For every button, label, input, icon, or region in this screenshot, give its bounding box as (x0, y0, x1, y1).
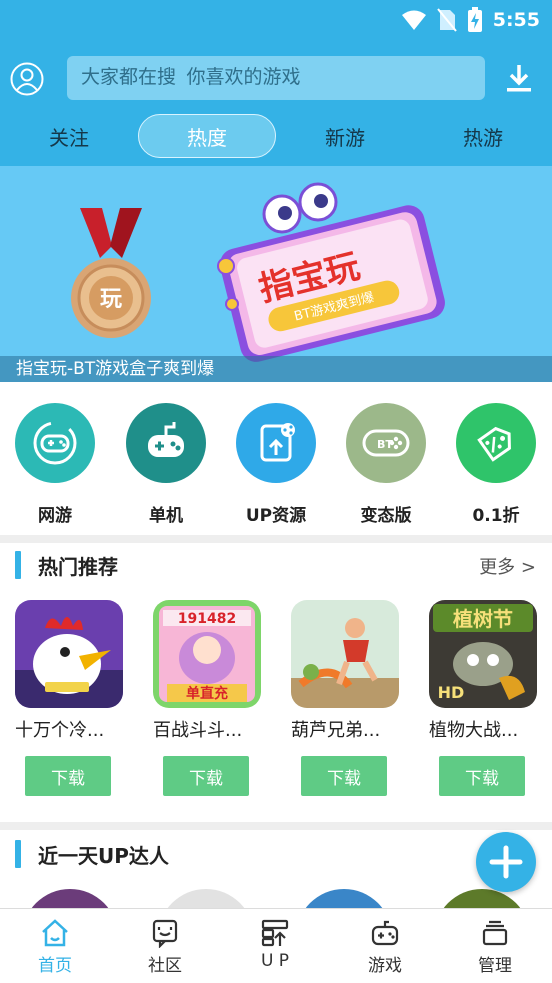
game-name: 葫芦兄弟... (291, 720, 381, 741)
game-icon-top-text: 植树节 (453, 607, 513, 631)
nav-label: 首页 (38, 956, 72, 976)
download-button[interactable]: 下载 (439, 756, 525, 796)
nav-home[interactable]: 首页 (0, 917, 110, 976)
banner-caption: 指宝玩-BT游戏盒子爽到爆 (0, 356, 552, 382)
category-label: 单机 (149, 506, 183, 526)
game-icon-bottom-text: 单直充 (186, 685, 228, 702)
hot-section-header: 热门推荐 更多 > (0, 543, 552, 583)
bt-gamepad-icon: BT (346, 403, 426, 483)
plus-icon (489, 845, 523, 879)
game-icon-bottom-text: HD (438, 683, 465, 702)
nav-manage[interactable]: 管理 (440, 917, 550, 976)
category-modded[interactable]: BT 变态版 (336, 403, 436, 526)
more-link[interactable]: 更多 > (479, 553, 536, 579)
category-single-player[interactable]: 单机 (116, 403, 216, 526)
up-section-header: 近一天UP达人 (0, 832, 552, 872)
game-icon[interactable]: 191482 单直充 (153, 600, 261, 708)
up-section-title: 近一天UP达人 (38, 844, 169, 868)
category-label: 变态版 (360, 506, 412, 526)
category-discount[interactable]: 0.1折 (446, 403, 546, 526)
no-sim-icon (436, 8, 457, 32)
tab-new-games[interactable]: 新游 (276, 114, 414, 158)
nav-label: 管理 (478, 956, 512, 976)
game-icon-top-text: 191482 (178, 611, 236, 627)
game-card[interactable]: 植树节 HD 植物大战... 下载 (429, 600, 549, 796)
section-divider (0, 535, 552, 543)
upload-icon (261, 919, 289, 947)
category-label: 0.1折 (472, 506, 520, 526)
game-name: 植物大战... (429, 720, 519, 741)
game-name: 十万个冷... (15, 720, 105, 741)
battery-charging-icon (467, 7, 482, 32)
game-name: 百战斗斗... (153, 720, 243, 741)
stack-icon (482, 920, 508, 946)
nav-label: 游戏 (368, 956, 402, 976)
joystick-icon (126, 403, 206, 483)
nav-label: U P (260, 951, 290, 971)
add-fab-button[interactable] (476, 832, 536, 892)
hot-section-title: 热门推荐 (38, 555, 118, 579)
status-time: 5:55 (492, 9, 540, 31)
game-card[interactable]: 十万个冷... 下载 (15, 600, 135, 796)
tab-follow[interactable]: 关注 (0, 114, 138, 158)
section-accent-bar (15, 840, 21, 868)
nav-games[interactable]: 游戏 (330, 917, 440, 976)
section-accent-bar (15, 551, 21, 579)
nav-label: 社区 (148, 956, 182, 976)
banner-carousel[interactable]: 玩 指宝玩 BT游戏爽到爆 指宝玩-BT游戏盒子爽到爆 (0, 166, 552, 382)
category-label: UP资源 (245, 506, 307, 526)
section-divider (0, 822, 552, 830)
user-avatar-icon[interactable] (10, 62, 44, 96)
medal-text: 玩 (100, 287, 122, 312)
game-card[interactable]: 葫芦兄弟... 下载 (291, 600, 411, 796)
download-icon[interactable] (504, 62, 534, 94)
game-icon[interactable] (15, 600, 123, 708)
wifi-icon (401, 10, 426, 30)
download-button[interactable]: 下载 (25, 756, 111, 796)
gamepad-circle-icon (15, 403, 95, 483)
category-row: 网游 单机 UP资源 BT 变态版 0.1折 (0, 395, 552, 535)
game-icon[interactable] (291, 600, 399, 708)
header: 关注 热度 新游 热游 (0, 40, 552, 166)
banner-artwork: 玩 指宝玩 BT游戏爽到爆 (71, 182, 445, 362)
home-icon (42, 919, 68, 947)
search-input[interactable] (67, 56, 485, 100)
game-card[interactable]: 191482 单直充 百战斗斗... 下载 (153, 600, 273, 796)
chat-icon (152, 919, 178, 948)
category-label: 网游 (38, 506, 72, 526)
status-icons: 5:55 (401, 6, 540, 34)
discount-tag-icon (456, 403, 536, 483)
nav-community[interactable]: 社区 (110, 917, 220, 976)
download-button[interactable]: 下载 (301, 756, 387, 796)
download-button[interactable]: 下载 (163, 756, 249, 796)
tab-popular-games[interactable]: 热游 (414, 114, 552, 158)
upload-share-icon (236, 403, 316, 483)
status-bar: 5:55 (0, 0, 552, 40)
nav-up[interactable]: U P (220, 917, 330, 971)
category-up-resources[interactable]: UP资源 (226, 403, 326, 526)
gamepad-icon (371, 920, 399, 946)
hot-games-list: 十万个冷... 下载 191482 单直充 百战斗斗... 下载 葫芦兄弟...… (0, 600, 552, 800)
tab-hot[interactable]: 热度 (138, 114, 276, 158)
tab-bar: 关注 热度 新游 热游 (0, 110, 552, 160)
game-icon[interactable]: 植树节 HD (429, 600, 537, 708)
category-online-games[interactable]: 网游 (5, 403, 105, 526)
bottom-navigation: 首页 社区 U P 游戏 管理 (0, 908, 552, 983)
